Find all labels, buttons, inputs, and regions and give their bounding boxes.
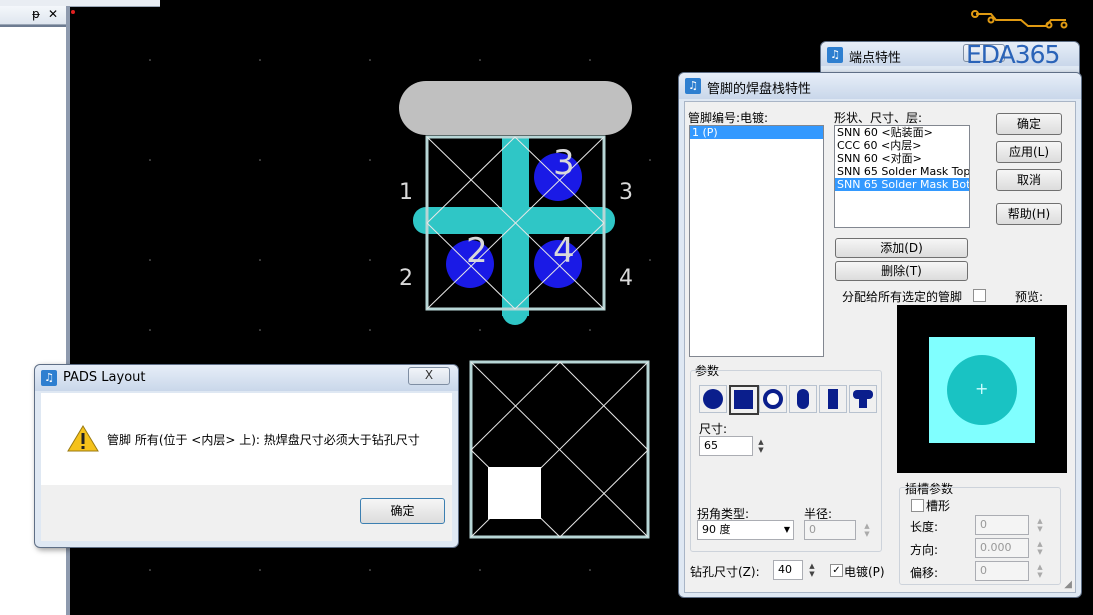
length-label: 长度:	[910, 520, 939, 534]
endpoint-window-title: 端点特性	[849, 51, 902, 66]
apply-button[interactable]: 应用(L)	[996, 141, 1062, 163]
radius-spin-down-icon[interactable]: ▼	[862, 530, 872, 538]
padstack-dialog-title: 管脚的焊盘栈特性	[707, 82, 812, 97]
round-shape-button[interactable]	[699, 385, 727, 413]
ok-button[interactable]: 确定	[996, 113, 1062, 135]
white-square	[488, 467, 541, 519]
direction-label: 方向:	[910, 543, 939, 557]
drill-size-input[interactable]: 40	[773, 560, 803, 580]
resize-grip-icon[interactable]: ◢	[1064, 579, 1072, 590]
pin-list-label: 管脚编号:电镀:	[688, 111, 769, 125]
slot-label: 槽形	[926, 499, 951, 513]
add-button[interactable]: 添加(D)	[835, 238, 968, 258]
direction-input[interactable]: 0.000	[975, 538, 1029, 558]
offset-spin-down-icon[interactable]: ▼	[1035, 571, 1045, 579]
direction-spin-down-icon[interactable]: ▼	[1035, 548, 1045, 556]
offset-input[interactable]: 0	[975, 561, 1029, 581]
length-input[interactable]: 0	[975, 515, 1029, 535]
eda365-logo-circuit	[971, 10, 1068, 29]
alert-title: PADS Layout	[63, 370, 146, 385]
help-button[interactable]: 帮助(H)	[996, 203, 1062, 225]
alert-message: 管脚 所有(位于 <内层> 上): 热焊盘尺寸必须大于钻孔尺寸	[107, 433, 420, 447]
size-input[interactable]: 65	[699, 436, 753, 456]
padstack-dialog[interactable]: ♫ 管脚的焊盘栈特性 管脚编号:电镀: 1 (P) 形状、尺寸、层: SNN 6…	[678, 72, 1082, 598]
pad-number-4: 4	[553, 231, 575, 271]
shape-size-layer-list[interactable]: SNN 60 <贴装面> CCC 60 <内层> SNN 60 <对面> SNN…	[834, 125, 970, 228]
alert-ok-button[interactable]: 确定	[360, 498, 445, 524]
pad-number-2: 2	[466, 231, 488, 271]
pad-preview: +	[897, 305, 1067, 473]
size-spin-down-icon[interactable]: ▼	[756, 446, 766, 454]
crosshair-icon: +	[975, 379, 989, 398]
pads-layout-alert[interactable]: ♫ PADS Layout X 管脚 所有(位于 <内层> 上): 热焊盘尺寸必…	[34, 364, 459, 548]
alert-body: 管脚 所有(位于 <内层> 上): 热焊盘尺寸必须大于钻孔尺寸	[41, 393, 452, 485]
cancel-button[interactable]: 取消	[996, 169, 1062, 191]
pcb-label-2: 2	[399, 266, 413, 291]
shape-list-item[interactable]: SNN 60 <对面>	[835, 152, 969, 165]
warning-icon	[67, 425, 99, 452]
length-spin-up-icon[interactable]: ▲	[1035, 517, 1045, 525]
shape-list-label: 形状、尺寸、层:	[834, 111, 923, 125]
pcb-label-4: 4	[619, 266, 633, 291]
drill-spin-up-icon[interactable]: ▲	[807, 562, 817, 570]
offset-spin-up-icon[interactable]: ▲	[1035, 563, 1045, 571]
app-icon: ♫	[41, 370, 57, 386]
drill-size-label: 钻孔尺寸(Z):	[690, 565, 760, 579]
corner-type-select[interactable]: 90 度 ▼	[697, 520, 794, 540]
size-spin-up-icon[interactable]: ▲	[756, 438, 766, 446]
top-pad	[399, 81, 632, 135]
pin-list-item[interactable]: 1 (P)	[690, 126, 823, 139]
plated-checkbox[interactable]: ✓	[830, 564, 843, 577]
alert-footer: 确定	[41, 485, 452, 541]
annular-shape-button[interactable]	[759, 385, 787, 413]
radius-input[interactable]: 0	[804, 520, 856, 540]
slot-checkbox[interactable]	[911, 499, 924, 512]
pcb-label-1: 1	[399, 180, 413, 205]
shape-list-item[interactable]: SNN 65 Solder Mask Top	[835, 165, 969, 178]
corner-type-value: 90 度	[702, 523, 731, 536]
pin-list[interactable]: 1 (P)	[689, 125, 824, 357]
horizontal-trace	[413, 207, 615, 234]
app-icon: ♫	[827, 47, 843, 63]
eda365-logo-text: EDA365	[966, 40, 1060, 69]
pcb-label-3: 3	[619, 180, 633, 205]
dropdown-arrow-icon: ▼	[783, 525, 790, 534]
length-spin-down-icon[interactable]: ▼	[1035, 525, 1045, 533]
assign-all-checkbox[interactable]	[973, 289, 986, 302]
size-label: 尺寸:	[699, 422, 728, 436]
offset-label: 偏移:	[910, 566, 939, 580]
thermal-shape-button[interactable]	[849, 385, 877, 413]
app-icon: ♫	[685, 78, 701, 94]
shape-list-item-selected[interactable]: SNN 65 Solder Mask Bottom	[835, 178, 969, 191]
pad-number-3: 3	[553, 143, 575, 183]
radius-spin-up-icon[interactable]: ▲	[862, 522, 872, 530]
rectangle-shape-button[interactable]	[819, 385, 847, 413]
plated-label: 电镀(P)	[844, 565, 885, 579]
drill-spin-down-icon[interactable]: ▼	[807, 570, 817, 578]
preview-label: 预览:	[1015, 290, 1044, 304]
shape-list-item[interactable]: CCC 60 <内层>	[835, 139, 969, 152]
assign-all-label: 分配给所有选定的管脚	[842, 290, 963, 304]
square-shape-button[interactable]	[729, 385, 759, 415]
shape-list-item[interactable]: SNN 60 <贴装面>	[835, 126, 969, 139]
direction-spin-up-icon[interactable]: ▲	[1035, 540, 1045, 548]
delete-button[interactable]: 删除(T)	[835, 261, 968, 281]
alert-close-button[interactable]: X	[408, 367, 450, 385]
oval-shape-button[interactable]	[789, 385, 817, 413]
